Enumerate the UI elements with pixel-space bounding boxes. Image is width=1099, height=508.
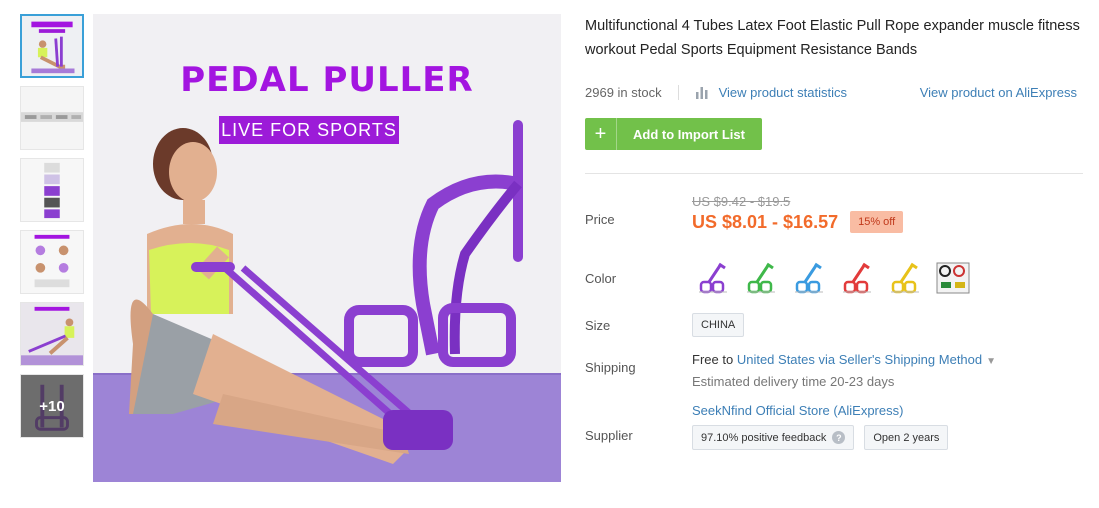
product-meta: 2969 in stock View product statistics Vi… bbox=[585, 80, 1085, 104]
color-swatch-set[interactable] bbox=[932, 258, 974, 298]
feedback-text: 97.10% positive feedback bbox=[701, 431, 827, 444]
plus-icon: + bbox=[585, 118, 617, 150]
main-product-image[interactable]: PEDAL PULLER LIVE FOR SPORTS bbox=[93, 14, 561, 482]
size-label: Size bbox=[585, 317, 611, 333]
product-details: Multifunctional 4 Tubes Latex Foot Elast… bbox=[585, 14, 1085, 450]
more-images-count: +10 bbox=[21, 375, 83, 437]
store-link[interactable]: SeekNfind Official Store (AliExpress) bbox=[692, 402, 958, 420]
size-option-china[interactable]: CHINA bbox=[692, 313, 745, 337]
swatch-image bbox=[747, 262, 775, 294]
help-icon[interactable]: ? bbox=[832, 431, 846, 444]
chevron-down-icon[interactable]: ▼ bbox=[986, 356, 996, 367]
shipping-row: Shipping Free to United States via Selle… bbox=[585, 350, 1085, 392]
brand-title: PEDAL PULLER bbox=[180, 60, 474, 100]
shipping-free: Free bbox=[692, 352, 719, 367]
color-swatch-blue[interactable] bbox=[788, 258, 830, 298]
view-statistics-link[interactable]: View product statistics bbox=[695, 85, 847, 100]
feedback-badge: 97.10% positive feedback ? bbox=[692, 425, 855, 450]
shipping-destination-dropdown[interactable]: United States via Seller's Shipping Meth… bbox=[737, 352, 982, 367]
view-on-aliexpress-link[interactable]: View product on AliExpress bbox=[920, 85, 1077, 100]
color-row: Color bbox=[585, 256, 1085, 300]
swatch-image bbox=[843, 262, 871, 294]
view-statistics-label: View product statistics bbox=[718, 84, 847, 100]
shipping-label: Shipping bbox=[585, 360, 636, 375]
thumbnail-1[interactable] bbox=[20, 14, 84, 78]
color-label: Color bbox=[585, 270, 617, 286]
delivery-estimate: Estimated delivery time 20-23 days bbox=[692, 374, 895, 389]
shipping-method: Free to United States via Seller's Shipp… bbox=[692, 350, 996, 372]
add-to-import-list-button[interactable]: + Add to Import List bbox=[585, 118, 762, 150]
bar-chart-icon bbox=[695, 87, 708, 99]
thumbnail-image bbox=[21, 303, 83, 365]
swatch-image bbox=[936, 262, 970, 294]
thumbnail-5[interactable] bbox=[20, 302, 84, 366]
thumbnail-image bbox=[21, 87, 83, 149]
color-swatch-green[interactable] bbox=[740, 258, 782, 298]
supplier-row: Supplier SeekNfind Official Store (AliEx… bbox=[585, 402, 1085, 450]
divider bbox=[585, 173, 1083, 174]
thumbnail-image bbox=[21, 159, 83, 221]
price-row: Price US $9.42 - $19.5 US $8.01 - $16.57… bbox=[585, 194, 1085, 244]
color-swatch-purple[interactable] bbox=[692, 258, 734, 298]
thumbnail-image bbox=[22, 16, 82, 76]
stock-count: 2969 in stock bbox=[585, 84, 679, 100]
brand-subtitle: LIVE FOR SPORTS bbox=[219, 116, 399, 144]
supplier-label: Supplier bbox=[585, 428, 633, 443]
thumbnail-more[interactable]: +10 bbox=[20, 374, 84, 438]
thumbnail-image bbox=[21, 231, 83, 293]
color-swatch-yellow[interactable] bbox=[884, 258, 926, 298]
color-swatch-red[interactable] bbox=[836, 258, 878, 298]
swatch-image bbox=[699, 262, 727, 294]
size-row: Size CHINA bbox=[585, 312, 1085, 338]
swatch-image bbox=[891, 262, 919, 294]
thumbnail-list: +10 bbox=[20, 14, 86, 446]
shipping-to: to bbox=[722, 352, 734, 367]
store-age-badge: Open 2 years bbox=[864, 425, 949, 450]
add-to-import-list-label: Add to Import List bbox=[633, 126, 745, 142]
current-price: US $8.01 - $16.57 bbox=[692, 211, 839, 232]
color-swatches bbox=[692, 258, 980, 298]
price-label: Price bbox=[585, 212, 615, 227]
thumbnail-3[interactable] bbox=[20, 158, 84, 222]
original-price: US $9.42 - $19.5 bbox=[692, 194, 791, 209]
swatch-image bbox=[795, 262, 823, 294]
product-title: Multifunctional 4 Tubes Latex Foot Elast… bbox=[585, 18, 1080, 58]
thumbnail-2[interactable] bbox=[20, 86, 84, 150]
discount-badge: 15% off bbox=[850, 211, 904, 233]
thumbnail-4[interactable] bbox=[20, 230, 84, 294]
